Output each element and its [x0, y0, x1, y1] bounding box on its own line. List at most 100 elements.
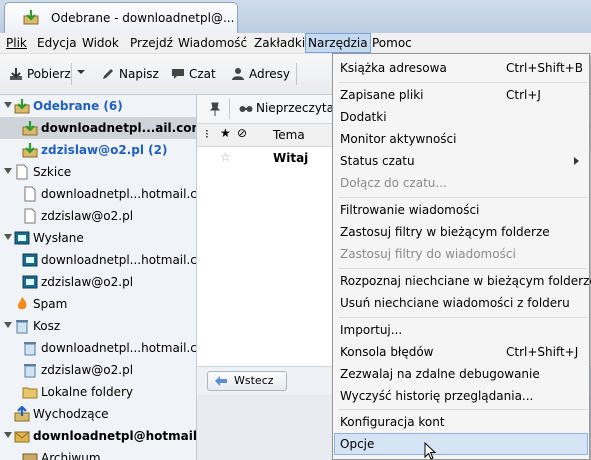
folder-drafts-o2[interactable]: zdzislaw@o2.pl [0, 205, 196, 227]
star-icon[interactable]: ☆ [220, 150, 231, 164]
collapse-icon[interactable] [4, 234, 12, 240]
folder-sent-o2[interactable]: zdzislaw@o2.pl [0, 271, 196, 293]
menu-item-detect-junk[interactable]: Rozpoznaj niechciane w bieżącym folderze [334, 270, 591, 292]
attachment-column-icon[interactable]: ⊘ [237, 126, 247, 140]
menu-help[interactable]: Pomoc [370, 35, 414, 51]
menu-item-run-filters-folder[interactable]: Zastosuj filtry w bieżącym folderze [334, 221, 588, 243]
menu-item-label: Zapisane pliki [340, 88, 424, 102]
menu-item-clear-history[interactable]: Wyczyść historię przeglądania... [334, 385, 588, 407]
menu-item-options[interactable]: Opcje [334, 433, 588, 455]
folder-label: downloadnetpl@hotmail.com [33, 429, 197, 443]
folder-sent[interactable]: Wysłane [0, 227, 196, 249]
folder-spam[interactable]: Spam [0, 293, 196, 315]
folder-icon [22, 387, 38, 399]
folder-drafts-hotmail[interactable]: downloadnetpl...hotmail.com [0, 183, 196, 205]
tab-title: Odebrane - downloadnetpl@... [51, 11, 235, 25]
get-messages-button[interactable]: Pobierz [9, 65, 71, 83]
folder-label: downloadnetpl...hotmail.com [41, 187, 197, 201]
menu-bookmarks-label: Zakładki [254, 36, 306, 50]
pencil-icon [103, 69, 113, 79]
submenu-arrow-icon [574, 157, 579, 165]
menu-edit[interactable]: Edycja [35, 35, 79, 51]
folder-label: zdzislaw@o2.pl (2) [41, 143, 168, 157]
pin-icon[interactable] [207, 101, 223, 117]
write-button[interactable]: Napisz [101, 65, 161, 83]
menu-item-label: Filtrowanie wiadomości [340, 203, 480, 217]
menu-item-remote-debugging[interactable]: Zezwalaj na zdalne debugowanie [334, 363, 588, 385]
subject-column-header[interactable]: Tema [273, 128, 305, 142]
folder-trash[interactable]: Kosz [0, 315, 196, 337]
menu-edit-label: Edycja [37, 36, 77, 50]
folder-trash-o2[interactable]: zdzislaw@o2.pl [0, 359, 196, 381]
menu-separator [339, 317, 587, 318]
menu-item-shortcut: Ctrl+Shift+B [506, 61, 583, 75]
menu-item-activity-monitor[interactable]: Monitor aktywności [334, 128, 588, 150]
back-button[interactable]: Wstecz [207, 371, 287, 391]
menu-file-label: Plik [6, 36, 27, 50]
menu-item-delete-junk[interactable]: Usuń niechciane wiadomości z folderu [334, 292, 588, 314]
folder-label: zdzislaw@o2.pl [41, 363, 134, 377]
menu-file[interactable]: Plik [4, 35, 29, 51]
folder-local[interactable]: Lokalne foldery [0, 381, 196, 403]
outbox-icon [14, 406, 30, 422]
folder-account-hotmail[interactable]: downloadnetpl@hotmail.com [0, 425, 196, 447]
menu-item-saved-files[interactable]: Zapisane pliki Ctrl+J [334, 84, 588, 106]
menu-go[interactable]: Przejdź [128, 35, 175, 51]
collapse-icon[interactable] [4, 322, 12, 328]
get-messages-dropdown[interactable] [76, 65, 88, 83]
menu-item-error-console[interactable]: Konsola błędów Ctrl+Shift+J [334, 341, 588, 363]
menu-tools[interactable]: Narzędzia [305, 33, 371, 53]
menu-item-join-chat: Dołącz do czatu... [334, 172, 588, 194]
tab-inbox[interactable]: Odebrane - downloadnetpl@... [4, 2, 238, 33]
folder-inbox[interactable]: Odebrane (6) [0, 95, 196, 117]
menu-bookmarks[interactable]: Zakładki [252, 35, 307, 51]
menu-item-label: Rozpoznaj niechciane w bieżącym folderze [340, 274, 591, 288]
menu-item-shortcut: Ctrl+J [506, 88, 541, 102]
address-book-button[interactable]: Adresy [231, 65, 291, 83]
folder-inbox-o2[interactable]: zdzislaw@o2.pl (2) [0, 139, 196, 161]
collapse-icon[interactable] [4, 168, 12, 174]
menu-bar: Plik Edycja Widok Przejdź Wiadomość Zakł… [0, 33, 591, 54]
collapse-icon[interactable] [4, 432, 12, 438]
menu-item-label: Dodatki [340, 110, 387, 124]
sent-icon [22, 275, 38, 289]
inbox-icon [22, 121, 38, 136]
menu-item-address-book[interactable]: Książka adresowa Ctrl+Shift+B [334, 57, 588, 79]
star-column-icon[interactable]: ★ [220, 126, 231, 140]
menu-item-label: Status czatu [340, 154, 415, 168]
folder-drafts[interactable]: Szkice [0, 161, 196, 183]
menu-item-label: Konfiguracja kont [340, 415, 445, 429]
inbox-icon [14, 99, 30, 114]
inbox-icon [22, 143, 38, 158]
menu-item-account-settings[interactable]: Konfiguracja kont [334, 411, 588, 433]
folder-label: Archiwum [41, 451, 101, 460]
folder-label: Kosz [33, 319, 61, 333]
inbox-icon [23, 10, 39, 25]
chat-button[interactable]: Czat [171, 65, 221, 83]
chat-icon [172, 69, 184, 79]
folder-sent-hotmail[interactable]: downloadnetpl...hotmail.com [0, 249, 196, 271]
menu-item-chat-status[interactable]: Status czatu [334, 150, 588, 172]
menu-go-label: Przejdź [130, 36, 173, 50]
back-label: Wstecz [234, 374, 274, 387]
write-label: Napisz [119, 67, 159, 81]
folder-pane: Odebrane (6) downloadnetpl...ail.com (1)… [0, 95, 197, 460]
menu-separator [339, 268, 587, 269]
collapse-icon[interactable] [4, 102, 12, 108]
menu-message[interactable]: Wiadomość [176, 35, 249, 51]
folder-outbox[interactable]: Wychodzące [0, 403, 196, 425]
toolbar-separator [296, 63, 297, 85]
folder-inbox-hotmail[interactable]: downloadnetpl...ail.com (1) [0, 117, 196, 139]
folder-archive[interactable]: Archiwum [0, 447, 196, 460]
menu-item-import[interactable]: Importuj... [334, 319, 588, 341]
folder-label: Odebrane (6) [33, 99, 123, 113]
menu-item-label: Konsola błędów [340, 345, 434, 359]
thread-column-icon[interactable]: ⁝ [205, 127, 209, 141]
menu-view[interactable]: Widok [80, 35, 121, 51]
folder-trash-hotmail[interactable]: downloadnetpl...hotmail.com [0, 337, 196, 359]
menu-separator [339, 197, 587, 198]
menu-item-addons[interactable]: Dodatki [334, 106, 588, 128]
menu-item-label: Monitor aktywności [340, 132, 457, 146]
folder-label: zdzislaw@o2.pl [41, 209, 134, 223]
menu-item-message-filters[interactable]: Filtrowanie wiadomości [334, 199, 588, 221]
